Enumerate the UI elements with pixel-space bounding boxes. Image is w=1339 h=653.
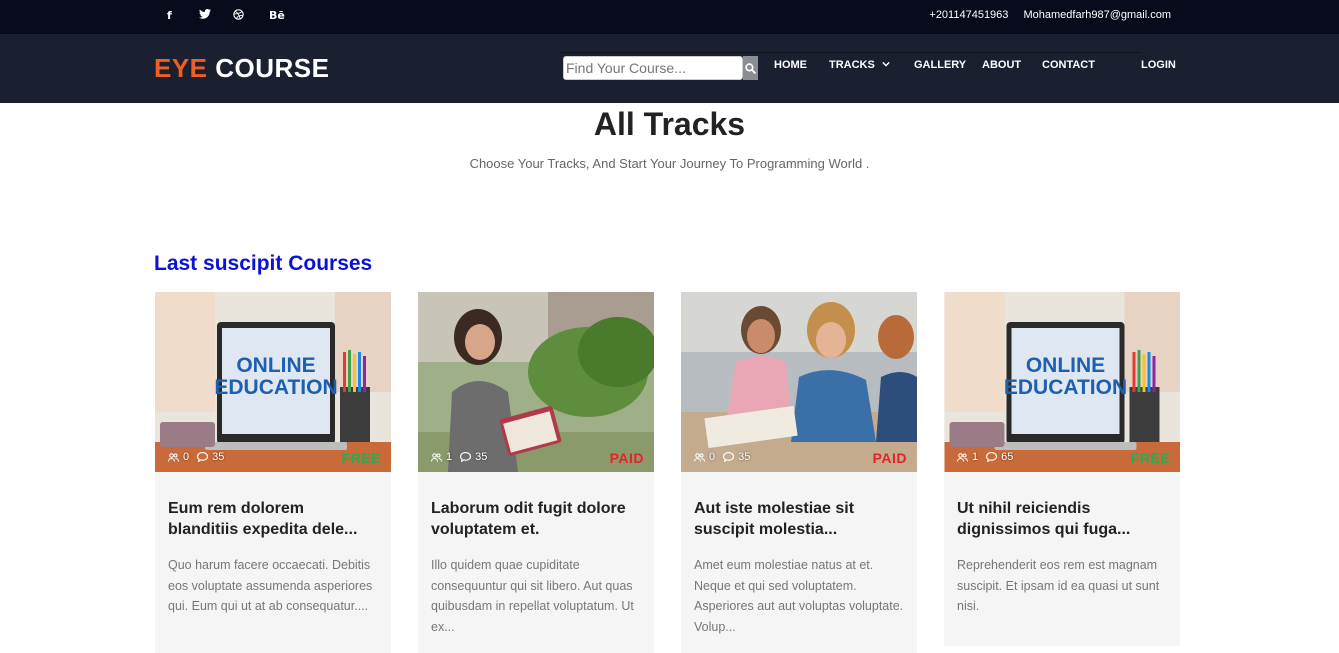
behance-icon[interactable]: Bē xyxy=(269,9,285,22)
section-title: Last suscipit Courses xyxy=(154,252,373,275)
price-badge: FREE xyxy=(1130,450,1170,466)
course-image[interactable]: ONLINE EDUCATION 0 35 FREE xyxy=(155,292,391,472)
students-count: 0 xyxy=(709,451,716,463)
course-description: Amet eum molestiae natus at et. Neque et… xyxy=(694,558,904,634)
facebook-icon[interactable]: f xyxy=(167,9,172,22)
nav-contact[interactable]: CONTACT xyxy=(1042,59,1095,71)
course-card[interactable]: ONLINE EDUCATION 1 65 FREE Ut nihil reic… xyxy=(944,292,1180,646)
comment-icon xyxy=(986,452,998,462)
comments-count: 35 xyxy=(475,451,488,463)
search-icon xyxy=(745,62,756,74)
phone-number: +201147451963 xyxy=(929,9,1009,21)
chevron-down-icon xyxy=(882,61,890,67)
svg-text:EDUCATION: EDUCATION xyxy=(214,376,337,399)
contact-info: +201147451963 Mohamedfarh987@gmail.com xyxy=(917,9,1171,21)
comments-count: 35 xyxy=(738,451,751,463)
nav-home[interactable]: HOME xyxy=(774,59,807,71)
course-stats: 0 35 xyxy=(694,451,750,463)
course-title[interactable]: Eum rem dolorem blanditiis expedita dele… xyxy=(155,472,391,540)
course-description: Illo quidem quae cupiditate consequuntur… xyxy=(431,558,634,634)
course-card[interactable]: ONLINE EDUCATION 0 35 FREE Eum rem dolor… xyxy=(155,292,391,653)
users-icon xyxy=(431,452,442,462)
course-image[interactable]: 1 35 PAID xyxy=(418,292,654,472)
course-title[interactable]: Ut nihil reiciendis dignissimos qui fuga… xyxy=(944,472,1180,540)
twitter-icon[interactable] xyxy=(199,8,211,22)
site-logo[interactable]: EYE COURSE xyxy=(154,53,330,84)
course-stats: 1 35 xyxy=(431,451,487,463)
nav-gallery[interactable]: GALLERY xyxy=(914,59,966,71)
search-form xyxy=(563,56,758,80)
course-card[interactable]: 1 35 PAID Laborum odit fugit dolore volu… xyxy=(418,292,654,653)
nav-tracks[interactable]: TRACKS xyxy=(829,59,890,71)
price-badge: FREE xyxy=(341,450,381,466)
search-input[interactable] xyxy=(563,56,743,80)
svg-text:ONLINE: ONLINE xyxy=(236,354,315,377)
course-stats: 1 65 xyxy=(957,451,1013,463)
users-icon xyxy=(957,452,968,462)
course-stats: 0 35 xyxy=(168,451,224,463)
main-navbar: EYE COURSE HOME TRACKS GALLERY ABOUT CON… xyxy=(0,34,1339,103)
nav-about[interactable]: ABOUT xyxy=(982,59,1021,71)
search-button[interactable] xyxy=(743,56,758,80)
email-address: Mohamedfarh987@gmail.com xyxy=(1023,9,1171,21)
svg-text:EDUCATION: EDUCATION xyxy=(1004,376,1127,399)
page-subtitle: Choose Your Tracks, And Start Your Journ… xyxy=(469,156,870,171)
price-badge: PAID xyxy=(872,450,907,466)
comment-icon xyxy=(460,452,472,462)
comments-count: 35 xyxy=(212,451,225,463)
comment-icon xyxy=(723,452,735,462)
course-description: Reprehenderit eos rem est magnam suscipi… xyxy=(957,558,1160,613)
users-icon xyxy=(694,452,705,462)
students-count: 0 xyxy=(183,451,190,463)
svg-text:ONLINE: ONLINE xyxy=(1026,354,1105,377)
course-image[interactable]: 0 35 PAID xyxy=(681,292,917,472)
course-title[interactable]: Laborum odit fugit dolore voluptatem et. xyxy=(418,472,654,540)
nav-divider xyxy=(560,52,1140,53)
comment-icon xyxy=(197,452,209,462)
students-count: 1 xyxy=(446,451,453,463)
course-image[interactable]: ONLINE EDUCATION 1 65 FREE xyxy=(944,292,1180,472)
top-bar: f Bē +201147451963 Mohamedfarh987@gmail.… xyxy=(0,0,1339,34)
logo-accent: EYE xyxy=(154,53,208,83)
comments-count: 65 xyxy=(1001,451,1014,463)
logo-text: COURSE xyxy=(207,53,330,83)
nav-login[interactable]: LOGIN xyxy=(1141,59,1176,71)
course-card[interactable]: 0 35 PAID Aut iste molestiae sit suscipi… xyxy=(681,292,917,653)
course-title[interactable]: Aut iste molestiae sit suscipit molestia… xyxy=(681,472,917,540)
users-icon xyxy=(168,452,179,462)
students-count: 1 xyxy=(972,451,979,463)
dribbble-icon[interactable] xyxy=(233,9,244,23)
page-title: All Tracks xyxy=(593,106,746,142)
price-badge: PAID xyxy=(609,450,644,466)
course-description: Quo harum facere occaecati. Debitis eos … xyxy=(168,558,373,613)
nav-tracks-label: TRACKS xyxy=(829,59,875,71)
